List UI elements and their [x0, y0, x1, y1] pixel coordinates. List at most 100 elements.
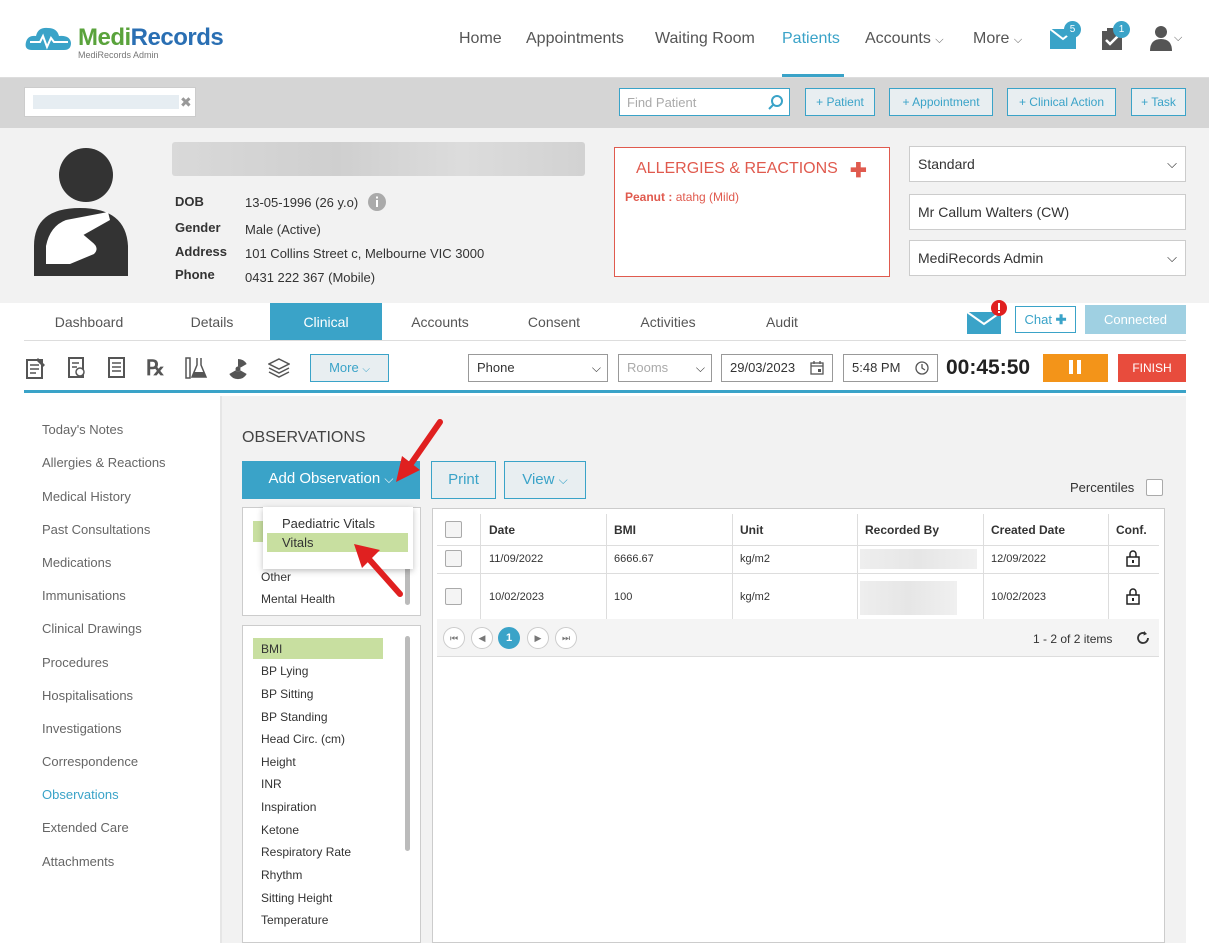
type-item-temperature[interactable]: Temperature [261, 913, 328, 927]
last-page-icon[interactable]: ⏭ [555, 627, 577, 649]
type-item-bp-standing[interactable]: BP Standing [261, 710, 328, 724]
consult-date-input[interactable]: 29/03/2023 [721, 354, 833, 382]
user-icon[interactable] [1150, 25, 1172, 51]
column-header-recorded-by[interactable]: Recorded By [865, 523, 939, 537]
first-page-icon[interactable]: ⏮ [443, 627, 465, 649]
type-item-rhythm[interactable]: Rhythm [261, 868, 302, 882]
finish-button[interactable]: FINISH [1118, 354, 1186, 382]
consult-time-input[interactable]: 5:48 PM [843, 354, 938, 382]
sidebar-item-observations[interactable]: Observations [42, 787, 119, 802]
sidebar-item-allergies[interactable]: Allergies & Reactions [42, 455, 166, 470]
nav-accounts[interactable]: Accounts ⌵ [865, 30, 944, 48]
nav-patients[interactable]: Patients [782, 30, 840, 48]
select-all-checkbox[interactable] [445, 521, 462, 538]
practitioner-field[interactable]: Mr Callum Walters (CW) [909, 194, 1186, 230]
sidebar-item-todays-notes[interactable]: Today's Notes [42, 422, 123, 437]
tab-consent[interactable]: Consent [498, 303, 610, 341]
rx-icon[interactable]: ℞ [146, 356, 165, 381]
tab-audit[interactable]: Audit [726, 303, 838, 341]
location-select[interactable]: MediRecords Admin ⌵ [909, 240, 1186, 276]
info-icon[interactable] [368, 193, 386, 211]
chevron-down-icon[interactable]: ⌵ [1174, 32, 1182, 45]
nav-appointments[interactable]: Appointments [526, 30, 624, 48]
rooms-select[interactable]: Rooms ⌵ [618, 354, 712, 382]
column-header-conf[interactable]: Conf. [1116, 523, 1147, 537]
billing-select[interactable]: Standard ⌵ [909, 146, 1186, 182]
sidebar-item-immunisations[interactable]: Immunisations [42, 588, 126, 603]
lock-icon[interactable] [1126, 550, 1140, 567]
find-patient-input[interactable] [619, 88, 790, 116]
dropdown-item-paediatric-vitals[interactable]: Paediatric Vitals [282, 516, 375, 531]
lock-icon[interactable] [1126, 588, 1140, 605]
type-item-bp-sitting[interactable]: BP Sitting [261, 687, 313, 701]
type-item-head-circ[interactable]: Head Circ. (cm) [261, 732, 345, 746]
sidebar-item-past-consultations[interactable]: Past Consultations [42, 522, 150, 537]
pathology-flask-icon[interactable] [185, 356, 209, 380]
calendar-icon[interactable] [810, 361, 824, 375]
add-clinical-action-button[interactable]: + Clinical Action [1007, 88, 1116, 116]
type-item-inr[interactable]: INR [261, 777, 282, 791]
toolbar-more-button[interactable]: More ⌵ [310, 354, 389, 382]
grid-col-divider [606, 514, 607, 619]
document-icon[interactable] [108, 357, 126, 379]
search-icon[interactable] [768, 94, 784, 110]
redacted-patient-name [33, 95, 179, 109]
type-item-respiratory-rate[interactable]: Respiratory Rate [261, 845, 351, 859]
type-item-inspiration[interactable]: Inspiration [261, 800, 316, 814]
prev-page-icon[interactable]: ◀ [471, 627, 493, 649]
sidebar-item-clinical-drawings[interactable]: Clinical Drawings [42, 621, 142, 636]
type-item-height[interactable]: Height [261, 755, 296, 769]
tab-details[interactable]: Details [156, 303, 268, 341]
nav-home[interactable]: Home [459, 30, 502, 48]
row-checkbox[interactable] [445, 588, 462, 605]
radiology-icon[interactable] [227, 358, 249, 380]
group-item-other[interactable]: Other [261, 570, 291, 584]
consult-type-select[interactable]: Phone ⌵ [468, 354, 608, 382]
sidebar-item-hospitalisations[interactable]: Hospitalisations [42, 688, 133, 703]
chat-button[interactable]: Chat ✚ [1015, 306, 1076, 333]
type-list-scrollbar[interactable] [405, 636, 410, 851]
tab-dashboard[interactable]: Dashboard [24, 303, 154, 341]
add-appointment-button[interactable]: + Appointment [889, 88, 993, 116]
clock-icon[interactable] [915, 361, 929, 375]
sidebar-item-attachments[interactable]: Attachments [42, 854, 114, 869]
percentiles-checkbox[interactable] [1146, 479, 1163, 496]
sidebar-item-medications[interactable]: Medications [42, 555, 111, 570]
layers-icon[interactable] [268, 357, 290, 379]
add-allergy-icon[interactable]: ✚ [850, 158, 867, 183]
column-header-date[interactable]: Date [489, 523, 515, 537]
nav-more[interactable]: More ⌵ [973, 30, 1022, 48]
tab-activities[interactable]: Activities [612, 303, 724, 341]
tab-accounts[interactable]: Accounts [384, 303, 496, 341]
column-header-bmi[interactable]: BMI [614, 523, 636, 537]
close-icon[interactable]: ✖ [180, 94, 192, 111]
sidebar-item-procedures[interactable]: Procedures [42, 655, 108, 670]
type-item-bmi[interactable]: BMI [261, 642, 282, 656]
add-patient-button[interactable]: + Patient [805, 88, 875, 116]
row-checkbox[interactable] [445, 550, 462, 567]
next-page-icon[interactable]: ▶ [527, 627, 549, 649]
type-item-ketone[interactable]: Ketone [261, 823, 299, 837]
sidebar-item-correspondence[interactable]: Correspondence [42, 754, 138, 769]
type-item-sitting-height[interactable]: Sitting Height [261, 891, 332, 905]
column-header-created-date[interactable]: Created Date [991, 523, 1065, 537]
add-task-button[interactable]: + Task [1131, 88, 1186, 116]
prescription-pad-icon[interactable] [68, 357, 86, 379]
group-item-mental-health[interactable]: Mental Health [261, 592, 335, 606]
tab-clinical[interactable]: Clinical [270, 303, 382, 341]
page-1-button[interactable]: 1 [498, 627, 520, 649]
notes-icon[interactable] [26, 357, 46, 379]
nav-waiting-room[interactable]: Waiting Room [655, 30, 755, 48]
view-button[interactable]: View ⌵ [504, 461, 586, 499]
sidebar-item-investigations[interactable]: Investigations [42, 721, 122, 736]
allergy-detail: atahg (Mild) [675, 190, 740, 204]
column-header-unit[interactable]: Unit [740, 523, 763, 537]
message-alert-icon[interactable] [967, 300, 1011, 336]
type-item-bp-lying[interactable]: BP Lying [261, 664, 308, 678]
open-patient-tab[interactable]: ✖ [24, 87, 196, 117]
sidebar-item-extended-care[interactable]: Extended Care [42, 820, 129, 835]
sidebar-item-medical-history[interactable]: Medical History [42, 489, 131, 504]
pause-button[interactable] [1043, 354, 1108, 382]
refresh-icon[interactable] [1136, 631, 1150, 645]
medirecords-logo[interactable]: MediRecords MediRecords Admin [24, 22, 224, 62]
